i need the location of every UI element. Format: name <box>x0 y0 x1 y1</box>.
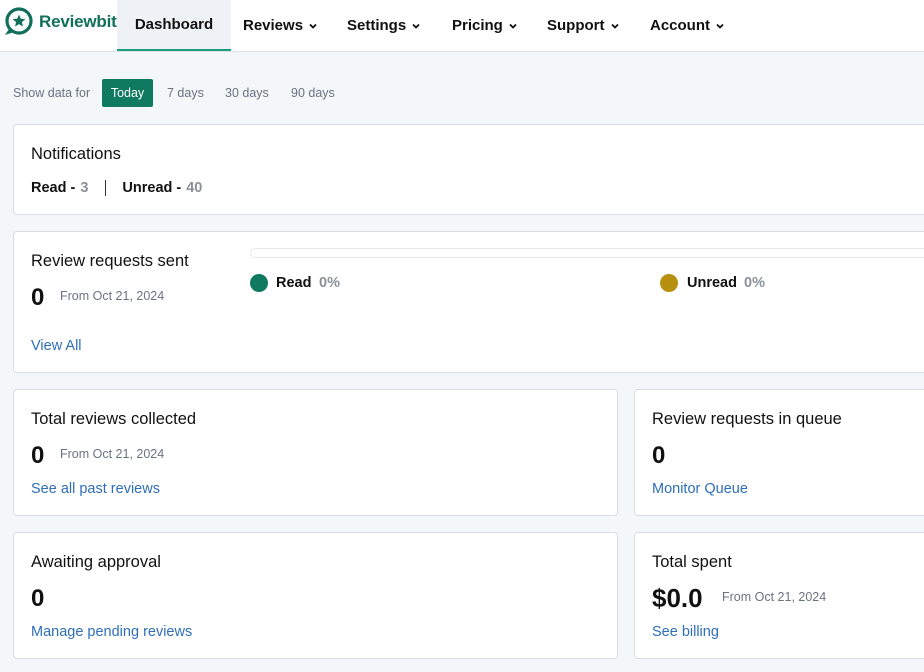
card-title: Total reviews collected <box>31 410 197 428</box>
range-today-label: Today <box>110 86 145 100</box>
range-today-button[interactable]: Today <box>102 79 153 107</box>
view-all-link[interactable]: View All <box>31 338 82 354</box>
nav-dashboard[interactable]: Dashboard <box>117 0 231 51</box>
requests-progress-bar <box>250 248 924 258</box>
nav-reviews[interactable]: Reviews <box>243 0 317 51</box>
read-legend-dot <box>250 274 268 292</box>
chevron-down-icon <box>610 23 619 29</box>
unread-legend-percent: 0% <box>744 275 765 291</box>
from-date: From Oct 21, 2024 <box>60 289 165 303</box>
unread-count: 40 <box>186 180 203 196</box>
unread-label: Unread - <box>122 180 182 196</box>
queue-count: 0 <box>652 442 666 469</box>
total-reviews-card: Total reviews collected 0 From Oct 21, 2… <box>13 389 618 516</box>
nav-account-label: Account <box>650 17 710 34</box>
manage-pending-reviews-link[interactable]: Manage pending reviews <box>31 624 192 640</box>
range-7-days-label: 7 days <box>167 86 204 100</box>
chevron-down-icon <box>509 23 517 29</box>
range-90-days-label: 90 days <box>291 86 335 100</box>
queue-card: Review requests in queue 0 Monitor Queue <box>634 389 924 516</box>
read-count: 3 <box>80 180 89 196</box>
requests-sent-count: 0 <box>31 284 45 311</box>
card-title: Notifications <box>31 145 121 163</box>
brand-logo[interactable]: Reviewbit <box>2 7 117 37</box>
range-30-days-label: 30 days <box>225 86 269 100</box>
nav-reviews-label: Reviews <box>243 17 304 34</box>
read-legend-label: Read <box>276 275 312 291</box>
see-billing-link[interactable]: See billing <box>652 624 719 640</box>
total-reviews-count: 0 <box>31 442 45 469</box>
read-legend-percent: 0% <box>319 275 340 291</box>
from-date: From Oct 21, 2024 <box>60 447 165 461</box>
logo-star-bubble-icon <box>2 7 38 37</box>
nav-settings[interactable]: Settings <box>347 0 420 51</box>
card-title: Review requests in queue <box>652 410 842 428</box>
total-spent-amount: $0.0 <box>652 583 703 613</box>
unread-legend-label: Unread <box>687 275 737 291</box>
range-90-days-button[interactable]: 90 days <box>291 79 335 107</box>
awaiting-count: 0 <box>31 585 45 612</box>
nav-account[interactable]: Account <box>650 0 724 51</box>
nav-support[interactable]: Support <box>547 0 619 51</box>
nav-dashboard-label: Dashboard <box>134 16 214 33</box>
card-title: Review requests sent <box>31 252 189 270</box>
total-spent-card: Total spent $0.0 From Oct 21, 2024 See b… <box>634 532 924 659</box>
chevron-down-icon <box>309 23 317 29</box>
nav-support-label: Support <box>547 17 605 34</box>
read-label: Read - <box>31 180 76 196</box>
nav-settings-label: Settings <box>347 17 407 34</box>
from-date: From Oct 21, 2024 <box>722 590 827 604</box>
divider <box>105 180 107 196</box>
top-navigation: Reviewbit Dashboard Reviews Settings Pri… <box>0 0 924 52</box>
see-all-past-reviews-link[interactable]: See all past reviews <box>31 481 160 497</box>
brand-name: Reviewbit <box>39 12 117 31</box>
card-title: Awaiting approval <box>31 553 161 571</box>
notification-counts: Read - 3 Unread - 40 <box>31 180 202 196</box>
card-title: Total spent <box>652 553 732 571</box>
chevron-down-icon <box>716 23 724 29</box>
nav-pricing[interactable]: Pricing <box>452 0 517 51</box>
range-30-days-button[interactable]: 30 days <box>225 79 269 107</box>
range-7-days-button[interactable]: 7 days <box>167 79 204 107</box>
awaiting-approval-card: Awaiting approval 0 Manage pending revie… <box>13 532 618 659</box>
chevron-down-icon <box>412 23 420 29</box>
range-filter-label: Show data for <box>13 86 91 100</box>
monitor-queue-link[interactable]: Monitor Queue <box>652 481 748 497</box>
review-requests-sent-card: Review requests sent 0 From Oct 21, 2024… <box>13 231 924 373</box>
unread-legend-dot <box>660 274 678 292</box>
nav-pricing-label: Pricing <box>452 17 503 34</box>
notifications-card: Notifications Read - 3 Unread - 40 <box>13 124 924 215</box>
